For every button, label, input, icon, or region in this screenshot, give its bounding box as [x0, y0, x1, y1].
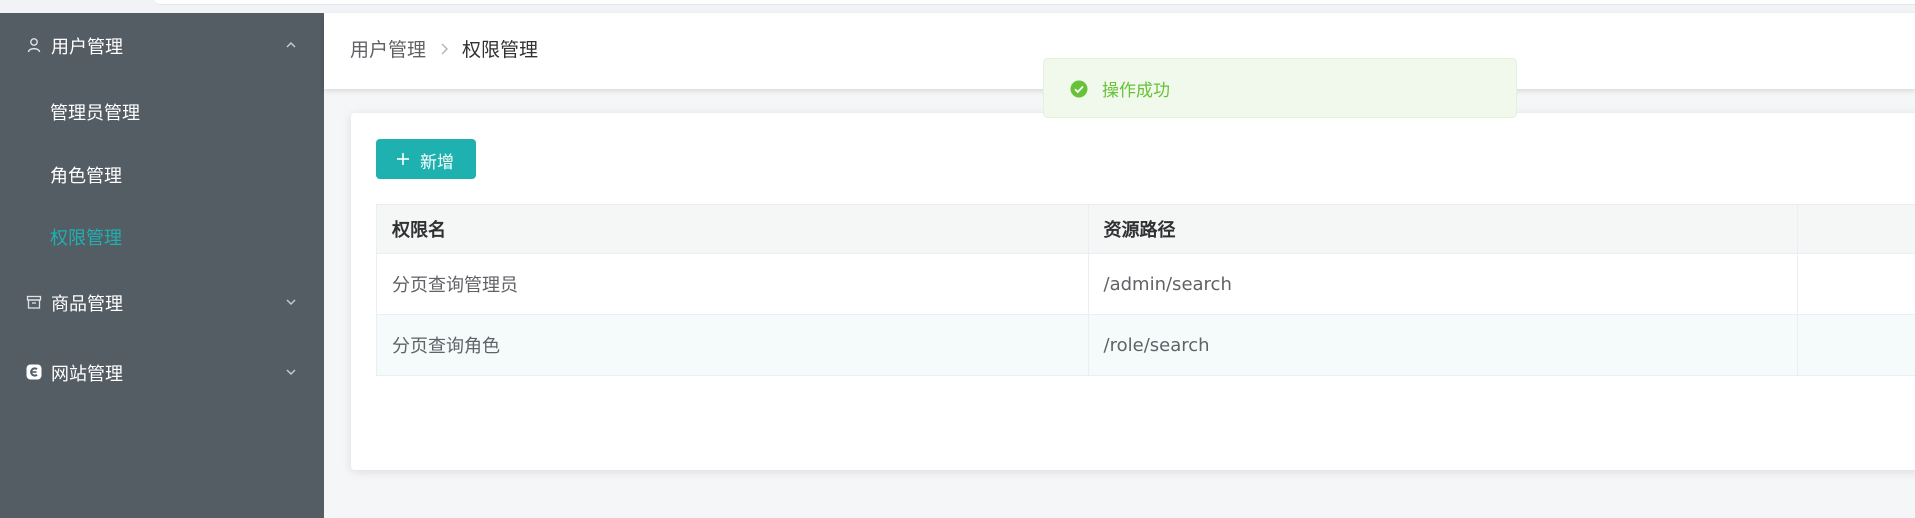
add-button[interactable]: 新增	[376, 139, 476, 179]
chevron-up-icon	[286, 42, 296, 48]
content-card: 新增 权限名 资源路径 分页查询管理员 /admin/search 分页查询角色…	[351, 113, 1915, 470]
sidebar-group-website[interactable]: 网站管理	[0, 355, 324, 389]
cell-permission-name: 分页查询管理员	[376, 253, 1089, 315]
user-icon	[27, 38, 41, 53]
sidebar-item-permissions[interactable]: 权限管理	[0, 222, 324, 250]
toast-message: 操作成功	[1102, 81, 1170, 101]
breadcrumb-parent[interactable]: 用户管理	[350, 35, 426, 62]
check-circle-icon	[1070, 80, 1088, 98]
breadcrumb: 用户管理 权限管理	[350, 35, 538, 62]
sidebar-item-admin[interactable]: 管理员管理	[0, 97, 324, 125]
breadcrumb-current: 权限管理	[462, 39, 539, 61]
sidebar-item-label: 角色管理	[50, 166, 122, 187]
top-strip	[0, 0, 1915, 13]
sidebar-item-label: 管理员管理	[50, 103, 140, 124]
chevron-down-icon	[286, 299, 296, 305]
top-strip-edge	[155, 0, 1915, 5]
sidebar-group-products[interactable]: 商品管理	[0, 285, 324, 319]
sidebar-group-users[interactable]: 用户管理	[0, 28, 324, 62]
sidebar-item-label: 权限管理	[50, 228, 122, 249]
sidebar-group-label: 用户管理	[51, 37, 123, 58]
column-header-resource-path[interactable]: 资源路径	[1087, 204, 1799, 254]
column-header-permission-name[interactable]: 权限名	[376, 204, 1089, 254]
table-row[interactable]: 分页查询角色 /role/search	[376, 314, 1915, 376]
sidebar-group-label: 网站管理	[51, 364, 123, 385]
site-icon	[26, 364, 42, 380]
sidebar: 用户管理 管理员管理 角色管理 权限管理 商品管理 网站管理	[0, 13, 324, 518]
sidebar-item-roles[interactable]: 角色管理	[0, 160, 324, 188]
plus-icon	[397, 153, 409, 165]
table-header-row: 权限名 资源路径	[376, 204, 1915, 254]
chevron-right-icon	[441, 43, 449, 54]
cell-permission-name: 分页查询角色	[376, 314, 1089, 376]
box-icon	[26, 295, 42, 309]
chevron-down-icon	[286, 369, 296, 375]
table-row[interactable]: 分页查询管理员 /admin/search	[376, 253, 1915, 315]
column-header-actions	[1797, 204, 1915, 254]
cell-actions	[1797, 253, 1915, 315]
success-toast: 操作成功	[1043, 58, 1517, 118]
sidebar-group-label: 商品管理	[51, 294, 123, 315]
cell-actions	[1797, 314, 1915, 376]
cell-resource-path: /role/search	[1087, 314, 1799, 376]
add-button-label: 新增	[420, 153, 454, 172]
cell-resource-path: /admin/search	[1087, 253, 1799, 315]
permissions-table: 权限名 资源路径 分页查询管理员 /admin/search 分页查询角色 /r…	[376, 204, 1915, 376]
